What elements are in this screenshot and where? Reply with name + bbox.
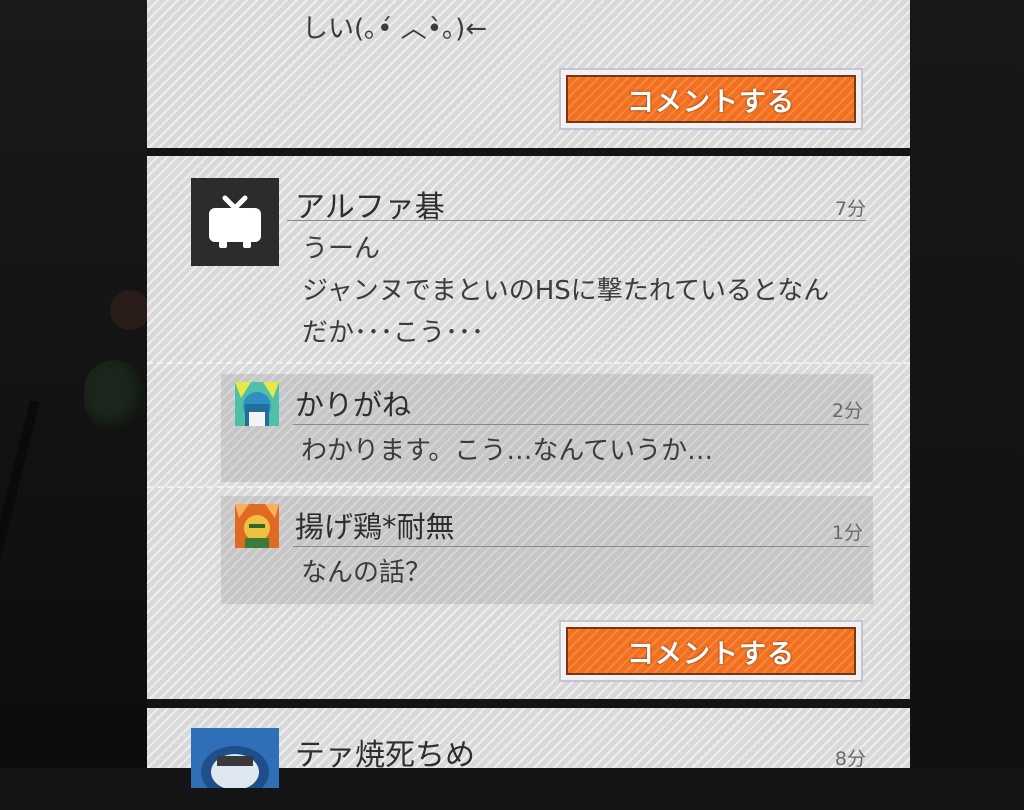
comment-button-label: コメントする xyxy=(566,627,856,675)
reply-text: なんの話？ xyxy=(301,558,432,588)
reply-author[interactable]: かりがね xyxy=(295,382,411,424)
post-divider xyxy=(287,220,866,221)
reply-divider xyxy=(293,546,869,547)
reply-time: 2分 xyxy=(831,400,863,422)
reply-time: 1分 xyxy=(831,522,863,544)
post-text: しい(｡•́ ︿•̀｡)← xyxy=(302,14,488,44)
character-avatar-icon[interactable] xyxy=(235,382,279,426)
reply-divider xyxy=(293,424,869,425)
comment-button-label: コメントする xyxy=(566,75,856,123)
post-body: うーん ジャンヌでまといのHSに撃たれているとなん だか･･･こう･･･ xyxy=(302,228,829,354)
character-avatar-icon[interactable] xyxy=(235,504,279,548)
character-avatar-icon[interactable] xyxy=(191,728,279,788)
post-time: 8分 xyxy=(834,748,866,770)
reply-text: わかります。こう…なんていうか… xyxy=(301,436,714,466)
comment-button[interactable]: コメントする xyxy=(559,620,863,682)
reply-item: 揚げ鶏*耐無 1分 なんの話？ xyxy=(221,496,873,604)
post-time: 7分 xyxy=(834,198,866,220)
post-line: だか･･･こう･･･ xyxy=(302,318,485,348)
post-line: ジャンヌでまといのHSに撃たれているとなん xyxy=(302,276,830,306)
reply-separator xyxy=(147,486,910,488)
thread-card: アルファ碁 7分 うーん ジャンヌでまといのHSに撃たれているとなん だか･･･… xyxy=(147,156,910,699)
background-ornament xyxy=(110,290,150,330)
next-thread-card: テァ焼死ちめ 8分 xyxy=(147,708,910,788)
reply-item: かりがね 2分 わかります。こう…なんていうか… xyxy=(221,374,873,482)
tv-icon[interactable] xyxy=(191,178,279,266)
post-author[interactable]: テァ焼死ちめ xyxy=(295,730,475,774)
previous-thread-card: しい(｡•́ ︿•̀｡)← コメントする xyxy=(147,0,910,148)
comment-button[interactable]: コメントする xyxy=(559,68,863,130)
reply-separator xyxy=(147,362,910,364)
background-scene-right xyxy=(911,0,1024,768)
background-ornament-green xyxy=(84,360,144,430)
reply-author[interactable]: 揚げ鶏*耐無 xyxy=(295,504,455,546)
post-line: うーん xyxy=(302,234,381,264)
